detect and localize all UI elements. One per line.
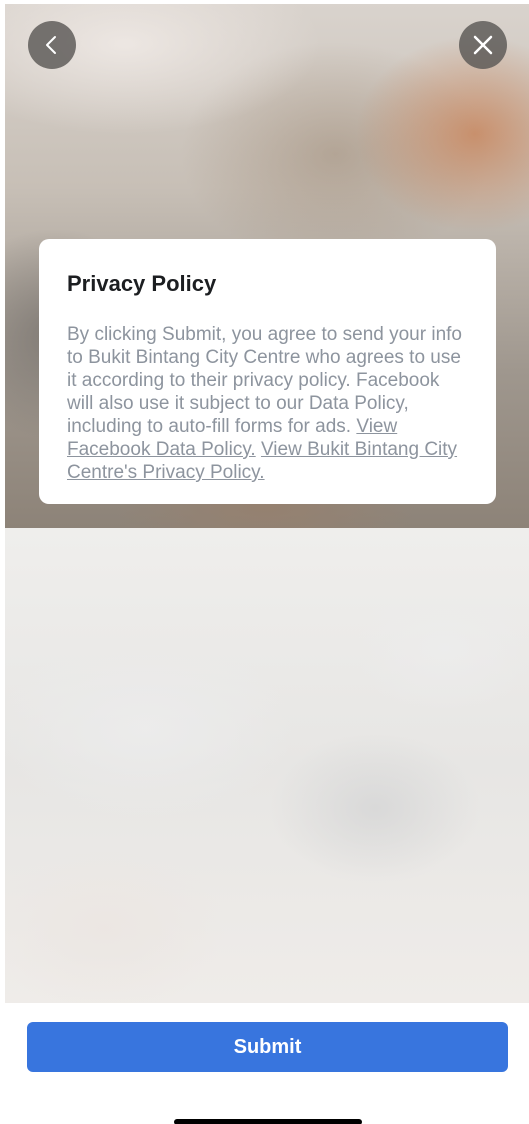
close-icon: [473, 35, 493, 55]
submit-button[interactable]: Submit: [27, 1022, 508, 1072]
privacy-policy-card: Privacy Policy By clicking Submit, you a…: [39, 239, 496, 504]
chevron-left-icon: [46, 36, 56, 54]
back-button[interactable]: [28, 21, 76, 69]
privacy-policy-body: By clicking Submit, you agree to send yo…: [67, 324, 462, 437]
blurred-lower-background: [5, 528, 529, 1003]
lead-form-screen: Privacy Policy By clicking Submit, you a…: [0, 0, 529, 1124]
privacy-policy-text: By clicking Submit, you agree to send yo…: [67, 323, 468, 484]
privacy-policy-title: Privacy Policy: [67, 271, 217, 296]
home-indicator: [174, 1119, 362, 1124]
close-button[interactable]: [459, 21, 507, 69]
